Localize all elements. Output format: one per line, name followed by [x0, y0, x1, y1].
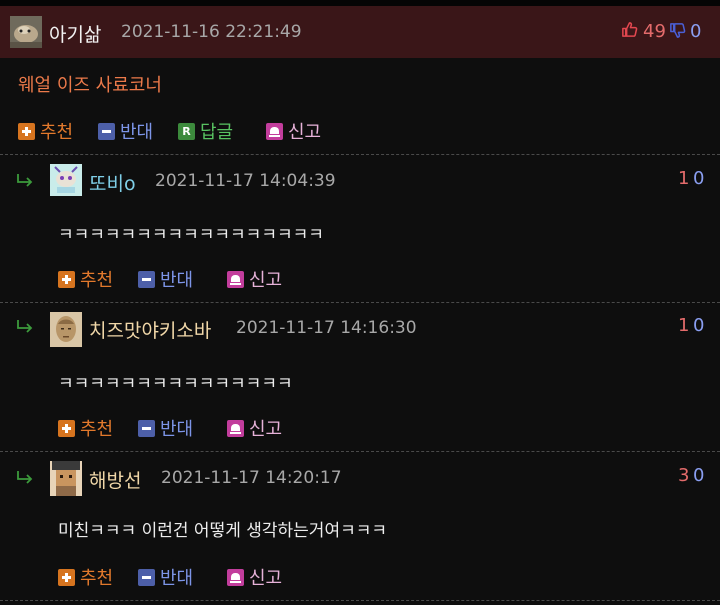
- comment-report-button[interactable]: 신고: [227, 415, 282, 441]
- downvote-label: 반대: [120, 122, 154, 143]
- minus-icon: [138, 568, 155, 586]
- divider: [0, 302, 720, 303]
- comment-downvote-button[interactable]: 반대: [138, 266, 193, 292]
- comment-author-name[interactable]: 해방선: [89, 466, 141, 493]
- minus-icon: [138, 270, 155, 288]
- post-author-avatar[interactable]: [10, 16, 42, 48]
- comment-down-count: 0: [693, 168, 705, 189]
- post-report-button[interactable]: 신고: [266, 118, 321, 144]
- minus-icon: [98, 122, 115, 140]
- comment-timestamp: 2021-11-17 14:20:17: [161, 468, 342, 488]
- comment-text: ㅋㅋㅋㅋㅋㅋㅋㅋㅋㅋㅋㅋㅋㅋㅋ: [58, 374, 293, 394]
- comment-down-count: 0: [693, 465, 705, 486]
- comment-author-name[interactable]: 치즈맛야키소바: [89, 316, 211, 343]
- thumbs-up-icon[interactable]: [620, 20, 639, 43]
- comment-author-avatar[interactable]: [50, 312, 82, 347]
- reply-arrow-icon: [16, 469, 34, 484]
- comment-report-button[interactable]: 신고: [227, 564, 282, 590]
- comment-timestamp: 2021-11-17 14:04:39: [155, 171, 336, 191]
- siren-icon: [227, 270, 244, 288]
- siren-icon: [227, 568, 244, 586]
- comment-report-button[interactable]: 신고: [227, 266, 282, 292]
- thumbs-down-icon[interactable]: [668, 21, 687, 44]
- post-downvote-button[interactable]: 반대: [98, 118, 153, 144]
- plus-icon: [58, 568, 75, 586]
- divider: [0, 451, 720, 452]
- report-label: 신고: [249, 419, 283, 440]
- upvote-label: 추천: [40, 122, 74, 143]
- comment-downvote-button[interactable]: 반대: [138, 415, 193, 441]
- comment-upvote-button[interactable]: 추천: [58, 266, 113, 292]
- upvote-label: 추천: [80, 270, 114, 291]
- comment-author-avatar[interactable]: [50, 461, 82, 496]
- downvote-label: 반대: [160, 419, 194, 440]
- post-upvote-button[interactable]: 추천: [18, 118, 73, 144]
- minus-icon: [138, 419, 155, 437]
- comment-up-count: 1: [678, 315, 690, 336]
- report-label: 신고: [249, 568, 283, 589]
- report-label: 신고: [288, 122, 322, 143]
- post-dislike-count: 0: [690, 21, 702, 42]
- comment-up-count: 1: [678, 168, 690, 189]
- upvote-label: 추천: [80, 568, 114, 589]
- plus-icon: [58, 270, 75, 288]
- post-timestamp: 2021-11-16 22:21:49: [121, 22, 302, 42]
- comment-author-avatar[interactable]: [50, 164, 82, 196]
- plus-icon: [18, 122, 35, 140]
- downvote-label: 반대: [160, 568, 194, 589]
- divider: [0, 600, 720, 601]
- post-author-name[interactable]: 아기삶: [49, 20, 101, 47]
- report-label: 신고: [249, 270, 283, 291]
- reply-label: 답글: [200, 122, 234, 143]
- post-header: 아기삶 2021-11-16 22:21:49 49 0: [0, 6, 720, 58]
- reply-icon: R: [178, 122, 195, 140]
- comment-downvote-button[interactable]: 반대: [138, 564, 193, 590]
- plus-icon: [58, 419, 75, 437]
- post-title: 웨얼 이즈 사료코너: [18, 75, 162, 96]
- comment-up-count: 3: [678, 465, 690, 486]
- comment-author-name[interactable]: 또비o: [89, 169, 136, 196]
- comment-text: 미친ㅋㅋㅋ 이런건 어떻게 생각하는거여ㅋㅋㅋ: [58, 521, 388, 541]
- comment-upvote-button[interactable]: 추천: [58, 564, 113, 590]
- reply-arrow-icon: [16, 318, 34, 333]
- downvote-label: 반대: [160, 270, 194, 291]
- comment-down-count: 0: [693, 315, 705, 336]
- comment-text: ㅋㅋㅋㅋㅋㅋㅋㅋㅋㅋㅋㅋㅋㅋㅋㅋㅋ: [58, 225, 324, 245]
- upvote-label: 추천: [80, 419, 114, 440]
- post-like-count: 49: [643, 21, 666, 42]
- divider: [0, 154, 720, 155]
- comment-upvote-button[interactable]: 추천: [58, 415, 113, 441]
- reply-arrow-icon: [16, 172, 34, 187]
- siren-icon: [227, 419, 244, 437]
- post-reply-button[interactable]: R 답글: [178, 118, 233, 144]
- comment-timestamp: 2021-11-17 14:16:30: [236, 318, 417, 338]
- siren-icon: [266, 122, 283, 140]
